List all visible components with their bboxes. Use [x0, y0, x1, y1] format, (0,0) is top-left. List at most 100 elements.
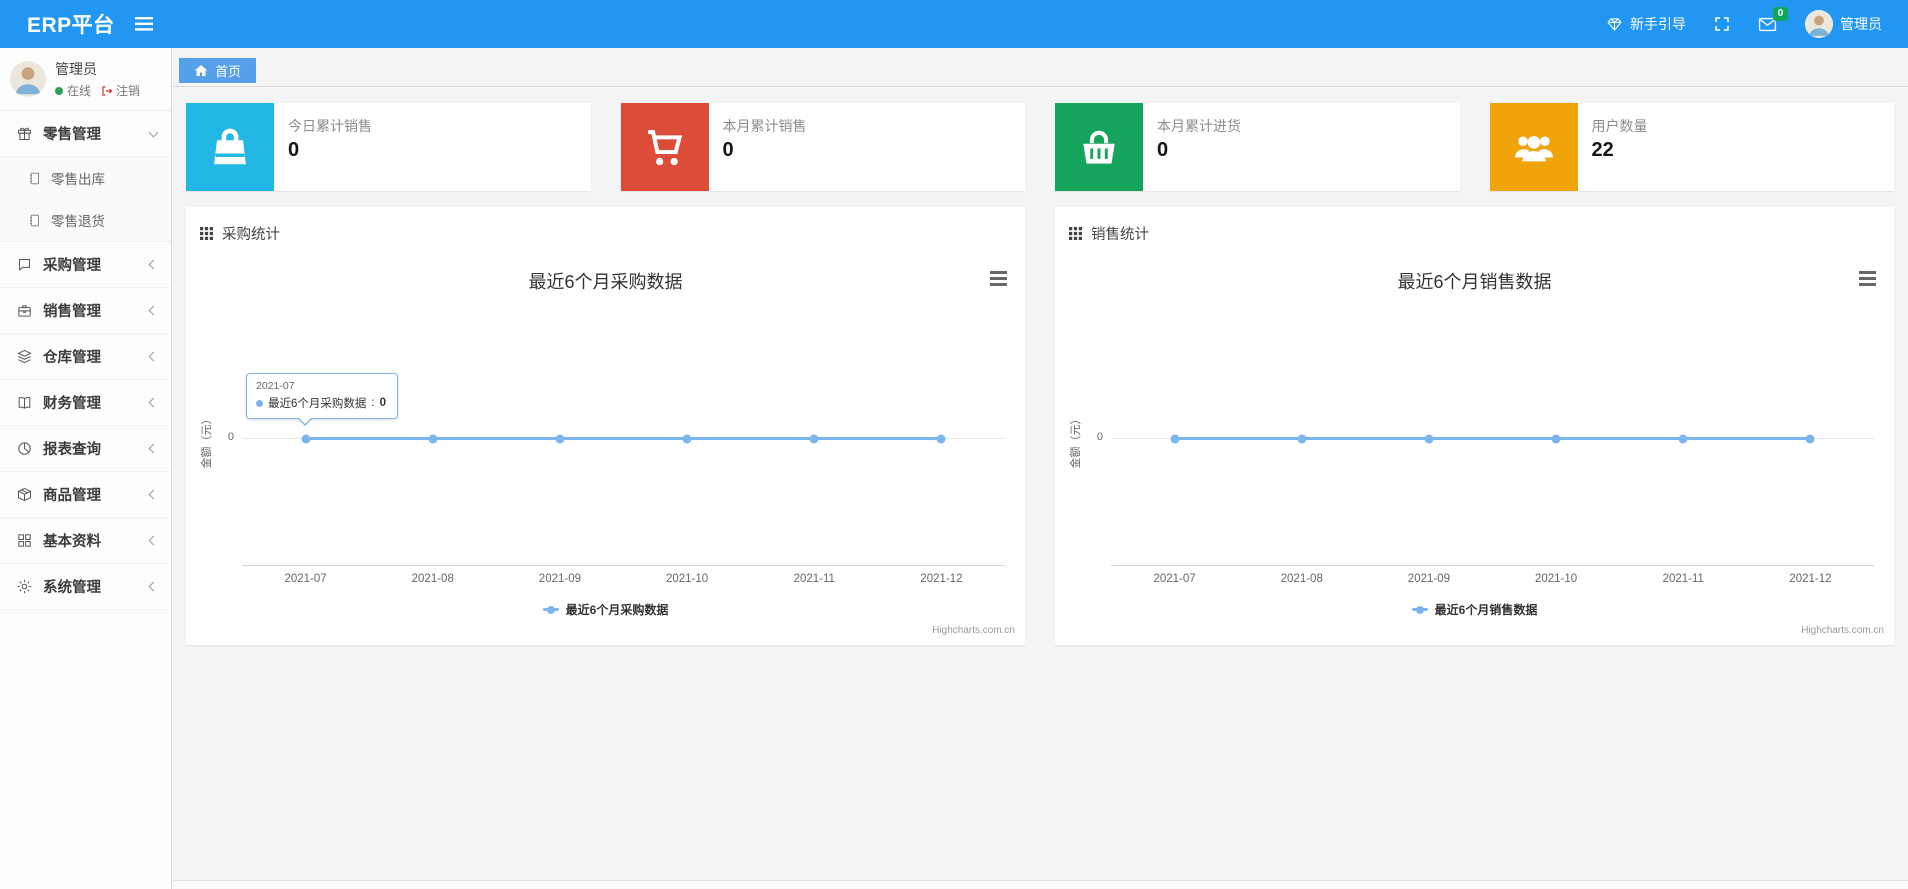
stat-label: 用户数量 — [1591, 118, 1648, 134]
sidebar-menu: 零售管理 零售出库 零售退货 采购管理 销售管理 仓库管理 财务管理 报表查询 … — [0, 111, 171, 610]
data-point[interactable] — [809, 434, 819, 444]
sidebar-item-label: 报表查询 — [43, 442, 101, 458]
legend-label: 最近6个月销售数据 — [1434, 603, 1538, 617]
sidebar-item-system[interactable]: 系统管理 — [0, 564, 171, 610]
sidebar-item-procurement[interactable]: 采购管理 — [0, 242, 171, 288]
x-tick-label: 2021-11 — [793, 573, 835, 585]
messages-button[interactable]: 0 — [1758, 6, 1788, 33]
data-point[interactable] — [428, 434, 438, 444]
hamburger-icon — [134, 17, 153, 31]
highcharts-credit-link[interactable]: Highcharts.com.cn — [1801, 625, 1884, 636]
stat-value: 0 — [288, 139, 300, 161]
x-tick-label: 2021-10 — [1534, 573, 1578, 585]
stat-card-user-count: 用户数量 22 — [1489, 103, 1894, 191]
breadcrumb-label: 首页 — [215, 64, 242, 79]
x-tick-label: 2021-10 — [665, 573, 709, 585]
breadcrumb-home-tab[interactable]: 首页 — [179, 58, 257, 83]
data-point[interactable] — [682, 434, 692, 444]
tooltip-value: 0 — [379, 397, 387, 409]
sidebar-toggle-button[interactable] — [127, 7, 161, 41]
legend-item[interactable]: 最近6个月销售数据 — [1055, 601, 1894, 618]
briefcase-icon — [18, 305, 31, 317]
y-axis-tick: 0 — [227, 431, 234, 443]
grid-dots-icon — [1069, 227, 1082, 240]
sidebar-item-label: 财务管理 — [43, 396, 101, 412]
sidebar-item-warehouse[interactable]: 仓库管理 — [0, 334, 171, 380]
legend-item[interactable]: 最近6个月采购数据 — [186, 601, 1025, 618]
tooltip-series-label: 最近6个月采购数据 — [268, 398, 367, 410]
panel-title: 销售统计 — [1091, 227, 1149, 243]
data-point[interactable] — [936, 434, 946, 444]
x-tick-label: 2021-07 — [1153, 573, 1196, 585]
avatar — [1805, 10, 1833, 38]
plot-area: 2021-07 2021-08 2021-09 2021-10 2021-11 … — [242, 247, 1005, 645]
sidebar-item-retail[interactable]: 零售管理 — [0, 111, 171, 157]
gift-icon — [17, 127, 32, 141]
x-axis-line — [1111, 565, 1874, 566]
sidebar-user-panel: 管理员 在线 注销 — [0, 48, 171, 111]
data-point[interactable] — [301, 434, 311, 444]
data-point[interactable] — [1297, 434, 1307, 444]
sidebar-item-reports[interactable]: 报表查询 — [0, 426, 171, 472]
stat-label: 今日累计销售 — [288, 118, 372, 134]
stat-card-month-sales: 本月累计销售 0 — [620, 103, 1025, 191]
fullscreen-button[interactable] — [1714, 16, 1730, 32]
x-tick-label: 2021-11 — [1662, 573, 1704, 585]
stat-label: 本月累计销售 — [722, 118, 807, 134]
logout-link[interactable]: 注销 — [101, 82, 140, 99]
series-line — [305, 437, 942, 440]
sidebar-item-label: 系统管理 — [43, 580, 101, 596]
chevron-left-icon — [148, 259, 159, 270]
series-dot-icon — [256, 399, 263, 407]
guide-link[interactable]: 新手引导 — [1606, 14, 1686, 34]
sidebar-item-basic-data[interactable]: 基本资料 — [0, 518, 171, 564]
legend-marker-icon — [1411, 608, 1428, 611]
online-status-dot — [55, 86, 63, 95]
x-tick-label: 2021-12 — [920, 573, 963, 585]
sidebar-item-finance[interactable]: 财务管理 — [0, 380, 171, 426]
sidebar-item-sales[interactable]: 销售管理 — [0, 288, 171, 334]
online-status-label: 在线 — [67, 84, 92, 98]
sidebar-item-retail-return[interactable]: 零售退货 — [0, 199, 171, 241]
notebook-icon — [30, 172, 39, 184]
gear-icon — [17, 579, 32, 594]
sidebar-item-products[interactable]: 商品管理 — [0, 472, 171, 518]
sidebar: 管理员 在线 注销 零售管理 零售出库 零售退货 采购管理 销售管理 仓库管理 … — [0, 48, 172, 889]
stat-card-today-sales: 今日累计销售 0 — [186, 103, 591, 191]
retail-submenu: 零售出库 零售退货 — [0, 157, 171, 242]
chevron-left-icon — [148, 443, 159, 454]
grid-dots-icon — [200, 227, 213, 240]
stat-value: 0 — [722, 139, 734, 161]
data-point[interactable] — [1678, 434, 1688, 444]
x-tick-label: 2021-07 — [284, 573, 327, 585]
data-point[interactable] — [1170, 434, 1180, 444]
chart-panels-row: 采购统计 最近6个月采购数据 金额（元） 0 2021-07 2021-08 2… — [186, 207, 1894, 645]
y-axis-tick: 0 — [1096, 431, 1103, 443]
sidebar-item-label: 采购管理 — [43, 258, 101, 274]
x-tick-label: 2021-09 — [1407, 573, 1451, 585]
data-point[interactable] — [1424, 434, 1434, 444]
data-point[interactable] — [1551, 434, 1561, 444]
chevron-left-icon — [148, 305, 159, 316]
series-line — [1174, 437, 1811, 440]
top-navbar: ERP平台 新手引导 0 管理员 — [0, 0, 1908, 48]
basket-icon — [1055, 103, 1143, 191]
purchase-chart: 最近6个月采购数据 金额（元） 0 2021-07 2021-08 2021-0… — [186, 247, 1025, 645]
app-logo[interactable]: ERP平台 — [0, 9, 127, 39]
pie-chart-icon — [18, 442, 31, 455]
highcharts-credit-link[interactable]: Highcharts.com.cn — [932, 625, 1015, 636]
stat-cards-row: 今日累计销售 0 本月累计销售 0 本月累计进货 0 用户数量 22 — [186, 103, 1894, 191]
data-point[interactable] — [555, 434, 565, 444]
stat-value: 22 — [1591, 139, 1614, 161]
chevron-left-icon — [148, 489, 159, 500]
sidebar-item-retail-outbound[interactable]: 零售出库 — [0, 157, 171, 199]
data-point[interactable] — [1805, 434, 1815, 444]
content: 今日累计销售 0 本月累计销售 0 本月累计进货 0 用户数量 22 采购统计 … — [173, 87, 1908, 645]
plot-area: 2021-07 2021-08 2021-09 2021-10 2021-11 … — [1111, 247, 1874, 645]
user-menu[interactable]: 管理员 — [1805, 10, 1882, 38]
legend-marker-icon — [542, 608, 559, 611]
y-axis-title: 金额（元） — [1070, 413, 1082, 469]
main-area: 首页 今日累计销售 0 本月累计销售 0 本月累计进货 0 用户数量 22 采购… — [173, 48, 1908, 889]
y-axis-title: 金额（元） — [201, 413, 213, 469]
sidebar-item-label: 仓库管理 — [43, 350, 101, 366]
